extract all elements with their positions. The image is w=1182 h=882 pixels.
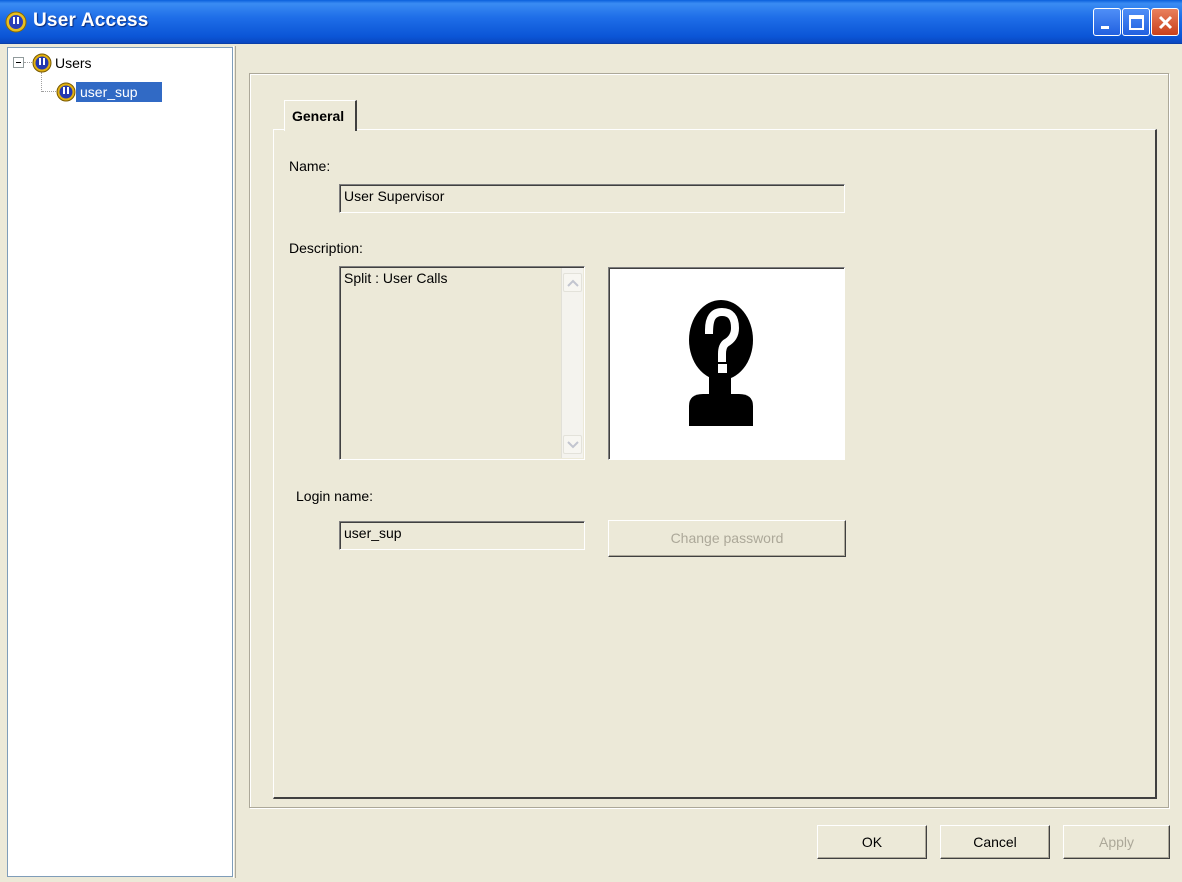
name-value: User Supervisor — [344, 188, 445, 204]
tree-label-user-sup: user_sup — [76, 82, 162, 102]
login-name-value: user_sup — [344, 525, 402, 541]
login-name-label: Login name: — [296, 488, 374, 504]
chevron-up-icon — [567, 279, 579, 287]
close-icon — [1158, 15, 1173, 30]
window-title: User Access — [33, 10, 149, 31]
description-label: Description: — [289, 240, 363, 256]
minimize-icon — [1101, 26, 1109, 29]
scroll-up-button[interactable] — [563, 273, 582, 292]
user-tree[interactable]: Users user_sup — [7, 47, 233, 877]
title-bar[interactable]: User Access — [0, 0, 1182, 44]
chevron-down-icon — [567, 441, 579, 449]
tree-connector — [24, 62, 32, 63]
change-password-button[interactable]: Change password — [608, 520, 846, 557]
user-access-window: User Access Users user_sup General Name:… — [0, 0, 1182, 882]
login-name-field[interactable]: user_sup — [339, 521, 585, 550]
apply-label: Apply — [1098, 834, 1135, 850]
user-access-icon — [5, 11, 27, 33]
users-group-icon — [32, 53, 52, 73]
cancel-label: Cancel — [973, 834, 1017, 850]
apply-button[interactable]: Apply — [1063, 825, 1170, 859]
tab-general-label: General — [292, 108, 345, 124]
unknown-user-icon — [689, 300, 753, 426]
tree-connector — [42, 91, 56, 92]
description-scrollbar[interactable] — [561, 268, 583, 458]
tab-general[interactable]: General — [284, 100, 357, 131]
collapse-toggle[interactable] — [13, 57, 24, 68]
minimize-button[interactable] — [1093, 8, 1121, 36]
tree-connector — [41, 72, 42, 92]
user-icon — [56, 82, 76, 102]
tree-label-users: Users — [55, 55, 92, 71]
tab-page-general — [273, 129, 1157, 799]
splitter[interactable] — [233, 46, 236, 878]
ok-label: OK — [861, 834, 883, 850]
maximize-button[interactable] — [1122, 8, 1150, 36]
description-textarea[interactable]: Split : User Calls — [339, 266, 585, 460]
tree-item-user-sup[interactable]: user_sup — [56, 81, 162, 103]
name-label: Name: — [289, 158, 331, 174]
cancel-button[interactable]: Cancel — [940, 825, 1050, 859]
user-picture[interactable] — [608, 267, 845, 460]
scroll-down-button[interactable] — [563, 435, 582, 454]
tree-item-users[interactable]: Users — [32, 52, 95, 74]
name-field[interactable]: User Supervisor — [339, 184, 845, 213]
close-button[interactable] — [1151, 8, 1179, 36]
maximize-icon — [1129, 15, 1144, 30]
change-password-label: Change password — [670, 530, 784, 546]
ok-button[interactable]: OK — [817, 825, 927, 859]
description-value: Split : User Calls — [344, 270, 448, 286]
